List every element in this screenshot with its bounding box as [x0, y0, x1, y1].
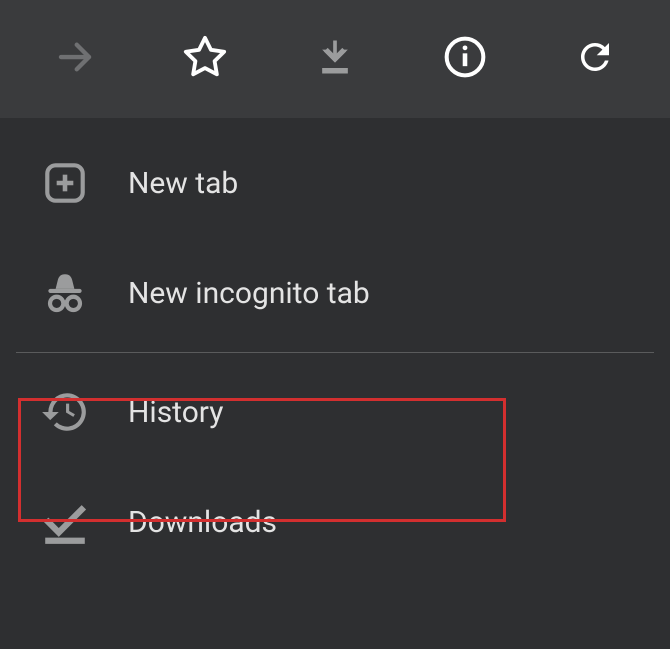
menu-item-downloads[interactable]: Downloads	[0, 467, 670, 577]
menu-label-new-incognito-tab: New incognito tab	[128, 276, 370, 311]
menu-label-history: History	[128, 395, 223, 430]
menu-label-downloads: Downloads	[128, 505, 277, 540]
reload-button[interactable]	[571, 35, 619, 83]
download-button[interactable]	[311, 35, 359, 83]
menu-item-new-tab[interactable]: New tab	[0, 128, 670, 238]
download-icon	[313, 35, 357, 83]
history-icon	[40, 387, 90, 437]
menu-item-new-incognito-tab[interactable]: New incognito tab	[0, 238, 670, 348]
toolbar	[0, 0, 670, 118]
info-button[interactable]	[441, 35, 489, 83]
bookmark-button[interactable]	[181, 35, 229, 83]
forward-arrow-icon	[54, 36, 96, 82]
incognito-icon	[40, 268, 90, 318]
menu-label-new-tab: New tab	[128, 166, 238, 201]
menu-item-history[interactable]: History	[0, 357, 670, 467]
menu-list: New tab New incognito tab History	[0, 118, 670, 577]
new-tab-icon	[40, 158, 90, 208]
star-icon	[182, 34, 228, 84]
info-icon	[443, 35, 487, 83]
reload-icon	[574, 36, 616, 82]
menu-divider	[16, 352, 654, 353]
downloads-check-icon	[40, 497, 90, 547]
forward-button[interactable]	[51, 35, 99, 83]
